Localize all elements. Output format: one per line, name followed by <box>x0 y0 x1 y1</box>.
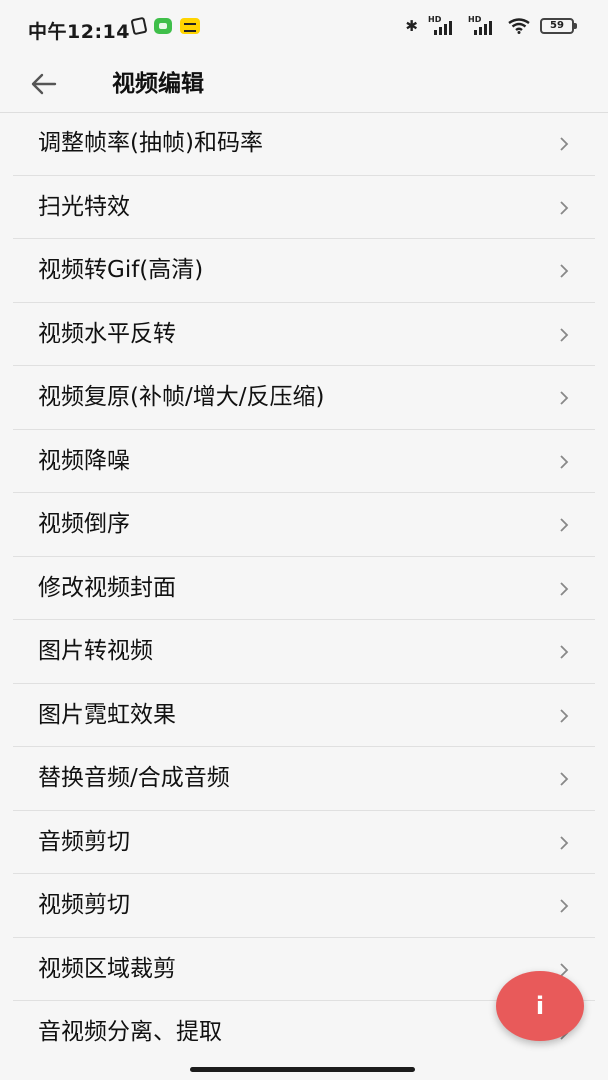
menu-item-label: 扫光特效 <box>38 193 130 220</box>
chevron-right-icon <box>560 137 569 151</box>
menu-item-denoise[interactable]: 视频降噪 <box>13 430 595 493</box>
menu-item-frame-rate[interactable]: 调整帧率(抽帧)和码率 <box>13 112 595 176</box>
status-notification-icons <box>130 16 200 36</box>
menu-item-light-sweep[interactable]: 扫光特效 <box>13 176 595 239</box>
arrow-left-icon <box>31 73 57 95</box>
chevron-right-icon <box>560 454 569 469</box>
menu-item-label: 音频剪切 <box>38 828 130 855</box>
menu-item-audio-cut[interactable]: 音频剪切 <box>13 811 595 874</box>
chevron-right-icon <box>560 581 569 596</box>
menu-item-reverse[interactable]: 视频倒序 <box>13 493 595 557</box>
menu-item-label: 图片转视频 <box>38 638 153 664</box>
message-icon <box>154 18 172 34</box>
status-time: 中午12:14 <box>28 21 130 43</box>
app-bar: 视频编辑 <box>0 56 608 113</box>
menu-item-label: 视频区域裁剪 <box>38 955 176 982</box>
menu-item-label: 替换音频/合成音频 <box>38 765 230 791</box>
battery-icon: 59 <box>540 18 577 34</box>
chevron-right-icon <box>560 835 569 850</box>
status-system-icons: ✱ HD HD 59 <box>405 15 577 35</box>
menu-item-replace-audio[interactable]: 替换音频/合成音频 <box>13 747 595 811</box>
chevron-right-icon <box>560 645 569 659</box>
chevron-right-icon <box>560 327 569 342</box>
menu-item-label: 视频复原(补帧/增大/反压缩) <box>38 384 325 410</box>
menu-item-label: 音视频分离、提取 <box>38 1019 222 1045</box>
menu-item-label: 视频降噪 <box>38 447 130 474</box>
chevron-right-icon <box>560 391 569 405</box>
menu-item-label: 调整帧率(抽帧)和码率 <box>38 130 263 156</box>
phone-rotate-icon <box>130 16 148 36</box>
menu-item-change-cover[interactable]: 修改视频封面 <box>13 557 595 620</box>
menu-item-label: 修改视频封面 <box>38 574 176 601</box>
chevron-right-icon <box>560 708 569 723</box>
menu-item-video-to-gif[interactable]: 视频转Gif(高清) <box>13 239 595 303</box>
menu-item-label: 视频倒序 <box>38 511 130 537</box>
info-fab-button[interactable]: i <box>496 971 584 1041</box>
menu-item-label: 图片霓虹效果 <box>38 701 176 728</box>
menu-item-video-cut[interactable]: 视频剪切 <box>13 874 595 938</box>
page-title: 视频编辑 <box>112 71 204 97</box>
app-notification-icon <box>180 18 200 34</box>
menu-item-label: 视频剪切 <box>38 892 130 918</box>
bluetooth-icon: ✱ <box>405 17 418 35</box>
signal-icon: HD <box>468 15 498 35</box>
wifi-icon <box>508 18 530 34</box>
chevron-right-icon <box>560 772 569 786</box>
menu-item-label: 视频转Gif(高清) <box>38 257 204 283</box>
home-indicator[interactable] <box>190 1067 415 1072</box>
chevron-right-icon <box>560 264 569 278</box>
chevron-right-icon <box>560 899 569 913</box>
back-button[interactable] <box>28 68 60 100</box>
menu-item-video-restore[interactable]: 视频复原(补帧/增大/反压缩) <box>13 366 595 430</box>
menu-item-horizontal-flip[interactable]: 视频水平反转 <box>13 303 595 366</box>
chevron-right-icon <box>560 518 569 532</box>
menu-item-neon-effect[interactable]: 图片霓虹效果 <box>13 684 595 747</box>
menu-item-image-to-video[interactable]: 图片转视频 <box>13 620 595 684</box>
chevron-right-icon <box>560 200 569 215</box>
menu-item-label: 视频水平反转 <box>38 320 176 347</box>
signal-icon: HD <box>428 15 458 35</box>
status-bar: 中午12:14 ✱ HD HD 59 <box>0 0 608 56</box>
edit-menu-list: 调整帧率(抽帧)和码率 扫光特效 视频转Gif(高清) 视频水平反转 视频复原(… <box>0 112 608 1065</box>
